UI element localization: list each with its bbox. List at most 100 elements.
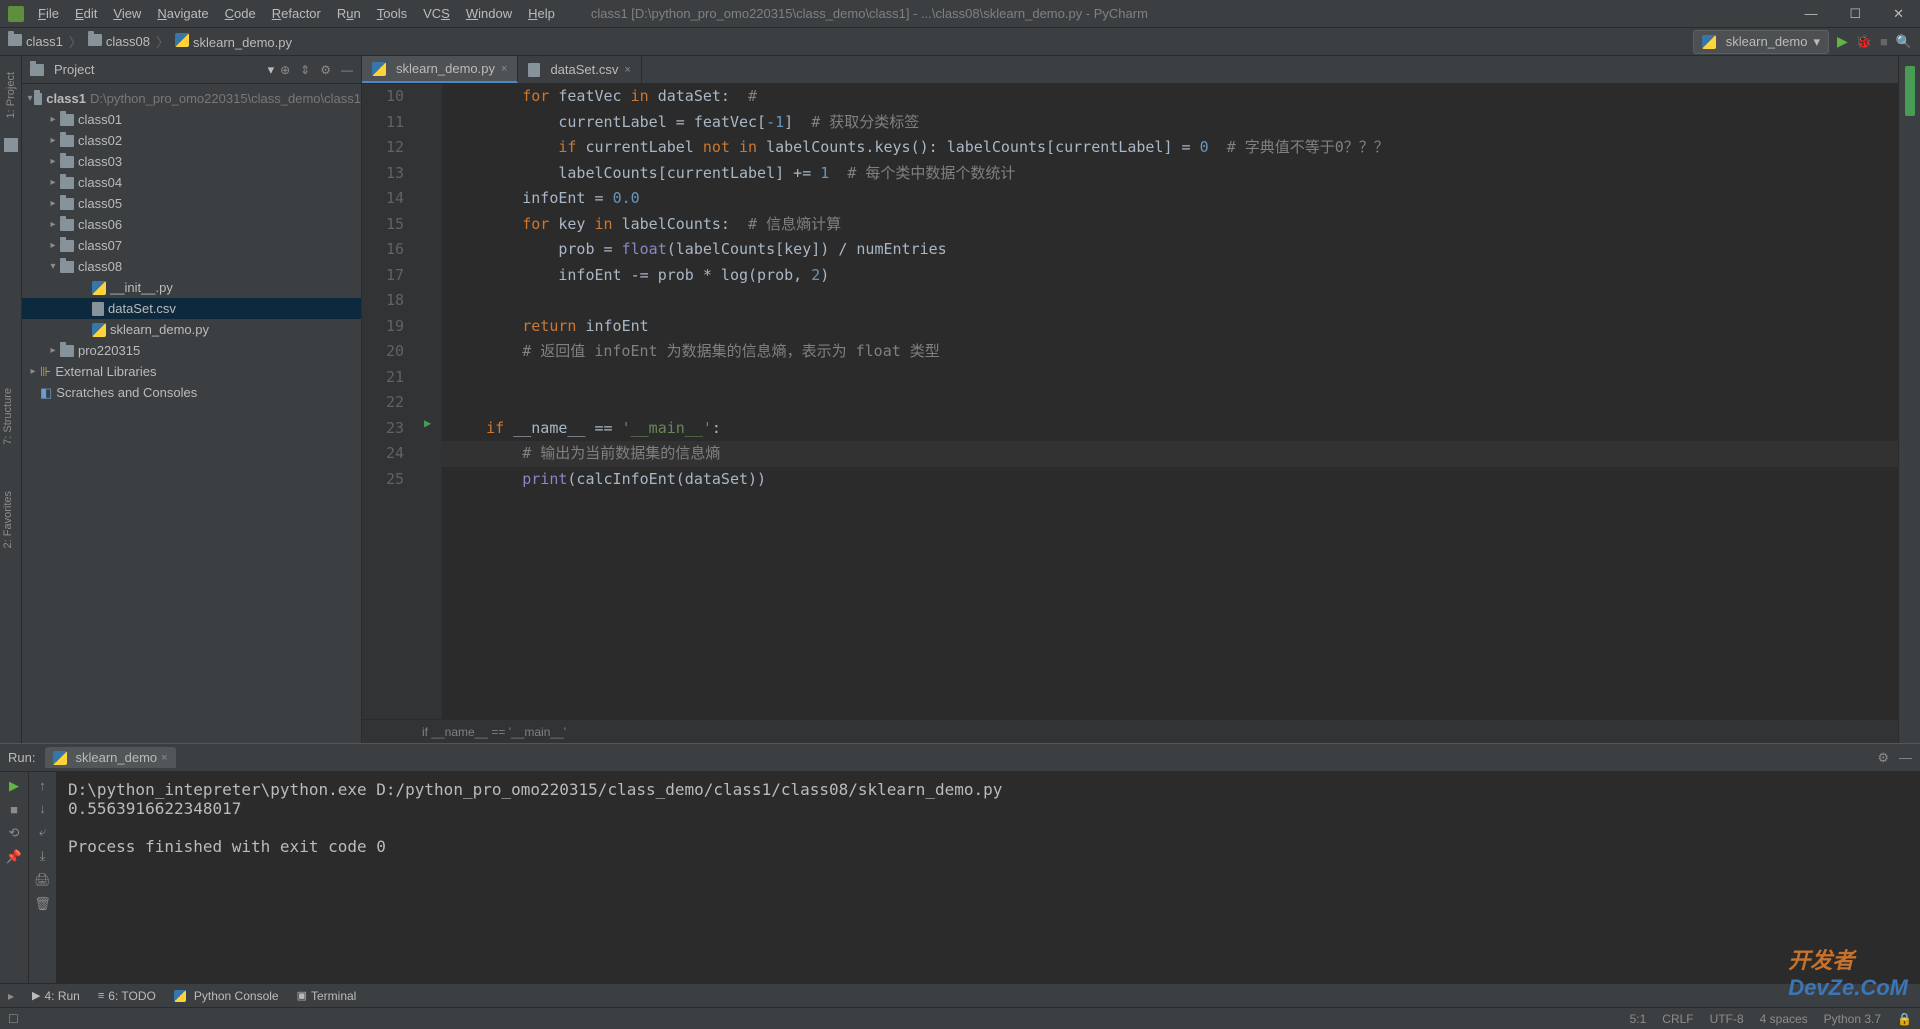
search-icon[interactable]: 🔍 [1896,34,1912,50]
tree-folder[interactable]: pro220315 [22,340,361,361]
folder-icon [8,34,22,46]
chevron-down-icon: ▾ [1813,34,1820,50]
code-editor[interactable]: 10111213141516171819202122232425 ▶ for f… [362,84,1898,719]
editor-tab[interactable]: dataSet.csv × [518,56,641,83]
tree-folder-class08[interactable]: class08 [22,256,361,277]
tree-external-libraries[interactable]: ⊪External Libraries [22,361,361,382]
restore-layout-icon[interactable]: ⟲ [9,825,20,841]
run-config-tab[interactable]: sklearn_demo × [45,747,175,768]
tab-python-console[interactable]: Python Console [174,989,279,1003]
tab-todo[interactable]: ≡6: TODO [98,989,156,1003]
run-gutter-icon[interactable]: ▶ [424,416,431,430]
analysis-indicator[interactable] [1905,66,1915,116]
hide-icon[interactable]: — [341,63,353,77]
stop-button[interactable]: ■ [1880,34,1888,49]
close-button[interactable]: ✕ [1885,6,1912,22]
menu-edit[interactable]: Edit [69,4,103,23]
folder-icon [88,34,102,46]
gutter-marks[interactable]: ▶ [422,84,442,719]
tree-file-selected[interactable]: dataSet.csv [22,298,361,319]
tree-scratches[interactable]: ◧Scratches and Consoles [22,382,361,403]
project-tree[interactable]: class1 D:\python_pro_omo220315\class_dem… [22,84,361,743]
soft-wrap-icon[interactable]: ⤶ [39,824,46,840]
menu-refactor[interactable]: Refactor [266,4,327,23]
menu-vcs[interactable]: VCS [417,4,456,23]
trash-icon[interactable]: 🗑 [34,896,51,912]
gutter[interactable]: 10111213141516171819202122232425 [362,84,422,719]
project-title: Project [54,62,262,77]
minimize-button[interactable]: — [1796,6,1825,22]
run-button[interactable]: ▶ [1837,33,1848,50]
folder-icon[interactable] [4,138,18,152]
tree-folder[interactable]: class02 [22,130,361,151]
close-icon[interactable]: × [161,752,167,764]
editor-tabs: sklearn_demo.py × dataSet.csv × [362,56,1898,84]
scroll-from-source-icon[interactable]: ⊕ [280,63,290,77]
up-icon[interactable]: ↑ [39,778,46,793]
tree-folder[interactable]: class06 [22,214,361,235]
run-secondary-controls: ↑ ↓ ⤶ ⤓ 🖨 🗑 [28,772,56,983]
tab-terminal[interactable]: ▣Terminal [297,989,357,1003]
tree-folder[interactable]: class04 [22,172,361,193]
gear-icon[interactable]: ⚙ [320,63,331,77]
run-label: Run: [8,750,35,765]
debug-button[interactable]: 🐞 [1856,34,1872,50]
stop-icon[interactable]: ■ [10,802,18,817]
menu-file[interactable]: File [32,4,65,23]
tree-folder[interactable]: class03 [22,151,361,172]
python-icon [92,323,106,337]
console-output[interactable]: D:\python_intepreter\python.exe D:/pytho… [56,772,1920,983]
maximize-button[interactable]: ☐ [1841,6,1869,22]
menu-navigate[interactable]: Navigate [151,4,214,23]
code-content[interactable]: for featVec in dataSet: # currentLabel =… [442,84,1898,719]
close-icon[interactable]: × [501,63,507,75]
tree-file[interactable]: __init__.py [22,277,361,298]
tree-folder[interactable]: class01 [22,109,361,130]
close-icon[interactable]: × [624,64,630,76]
menu-view[interactable]: View [107,4,147,23]
code-breadcrumb[interactable]: if __name__ == '__main__' [362,719,1898,743]
tree-folder[interactable]: class05 [22,193,361,214]
status-icon[interactable]: ☐ [8,1012,19,1026]
python-icon [53,751,67,765]
tree-root[interactable]: class1 D:\python_pro_omo220315\class_dem… [22,88,361,109]
folder-icon [34,93,42,105]
rerun-icon[interactable]: ▶ [9,778,19,794]
status-lock-icon[interactable]: 🔒 [1897,1012,1912,1026]
status-position[interactable]: 5:1 [1630,1012,1647,1026]
scroll-to-end-icon[interactable]: ⤓ [40,848,46,864]
editor-tab-active[interactable]: sklearn_demo.py × [362,56,518,83]
folder-icon [60,198,74,210]
crumb-file[interactable]: sklearn_demo.py [175,33,292,50]
crumb-folder[interactable]: class08 [88,34,150,49]
status-line-sep[interactable]: CRLF [1662,1012,1693,1026]
down-icon[interactable]: ↓ [39,801,46,816]
status-indent[interactable]: 4 spaces [1760,1012,1808,1026]
collapse-all-icon[interactable]: ⇕ [300,63,310,77]
gear-icon[interactable]: ⚙ [1877,750,1889,766]
status-python[interactable]: Python 3.7 [1824,1012,1881,1026]
run-config-selector[interactable]: sklearn_demo ▾ [1693,30,1829,54]
pin-icon[interactable]: 📌 [6,849,22,865]
tab-structure[interactable]: 7: Structure [0,380,16,453]
status-encoding[interactable]: UTF-8 [1710,1012,1744,1026]
tab-favorites[interactable]: 2: Favorites [0,483,16,556]
menu-run[interactable]: Run [331,4,367,23]
hide-icon[interactable]: — [1899,750,1912,766]
tab-project[interactable]: 1: Project [3,64,19,126]
main-area: 1: Project Project ▾ ⊕ ⇕ ⚙ — class1 D:\p… [0,56,1920,743]
show-tool-windows-icon[interactable]: ▸ [8,989,14,1003]
folder-icon [60,177,74,189]
menu-help[interactable]: Help [522,4,561,23]
menu-window[interactable]: Window [460,4,518,23]
tree-file[interactable]: sklearn_demo.py [22,319,361,340]
chevron-down-icon[interactable]: ▾ [268,62,275,78]
tab-run[interactable]: ▶4: Run [32,989,80,1003]
tree-folder[interactable]: class07 [22,235,361,256]
scratch-icon: ◧ [40,385,52,401]
menu-code[interactable]: Code [219,4,262,23]
crumb-root[interactable]: class1 [8,34,63,49]
nav-bar: class1 〉 class08 〉 sklearn_demo.py sklea… [0,28,1920,56]
menu-tools[interactable]: Tools [371,4,413,23]
print-icon[interactable]: 🖨 [34,872,51,888]
